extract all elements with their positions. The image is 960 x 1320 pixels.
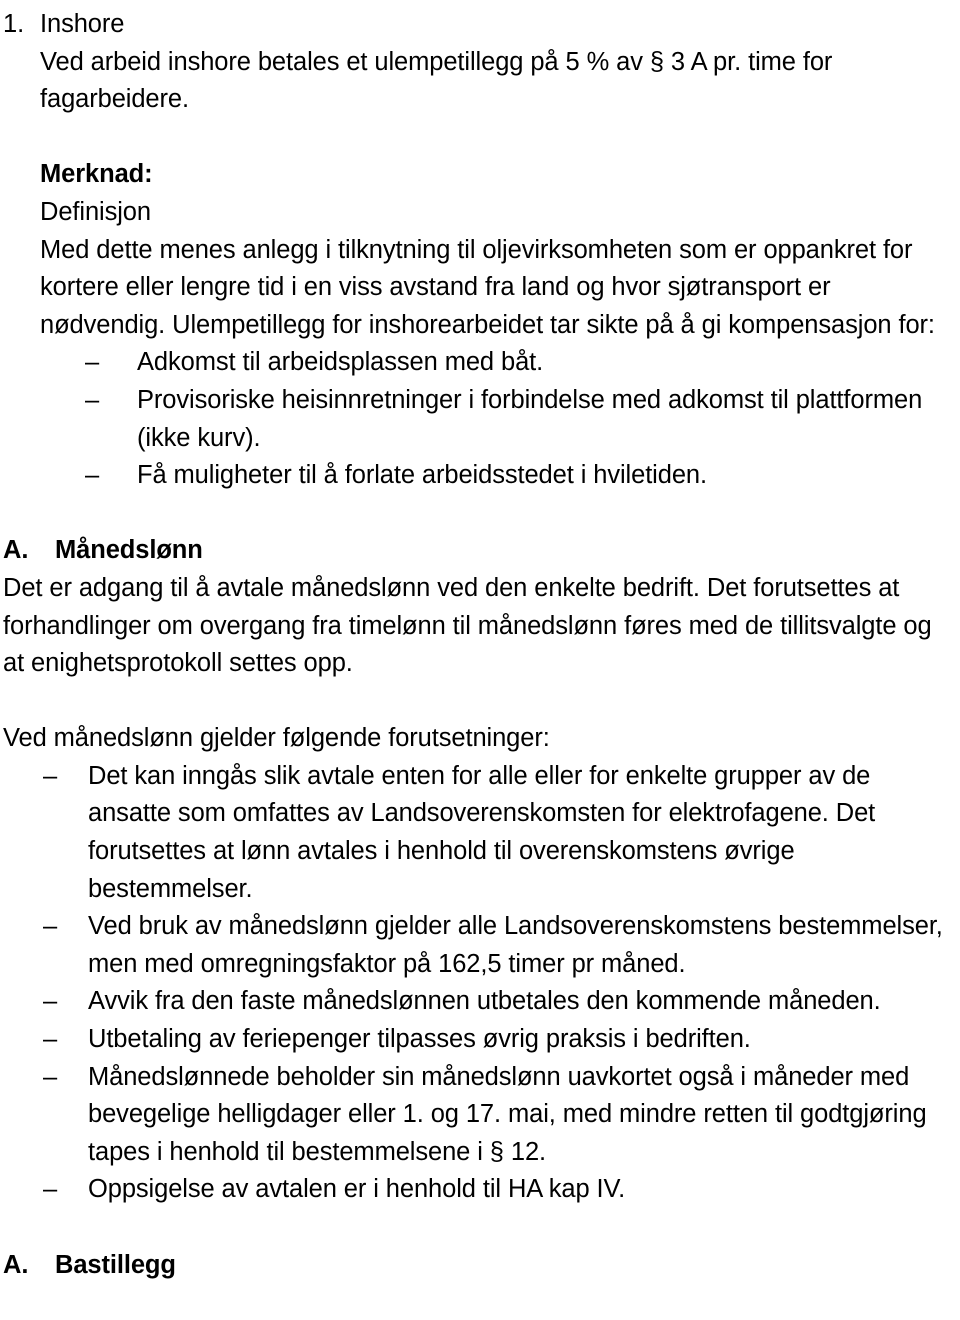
merknad-subheading: Definisjon xyxy=(40,197,151,226)
list-item: – Ved bruk av månedslønn gjelder alle La… xyxy=(43,908,957,983)
section-a-manedslonn-intro: Ved månedslønn gjelder følgende forutset… xyxy=(3,724,550,753)
section-a-manedslonn-heading: A. Månedslønn xyxy=(3,532,957,570)
document-page: 1. Inshore Ved arbeid inshore betales et… xyxy=(0,0,960,1320)
list-item-text: Det kan inngås slik avtale enten for all… xyxy=(88,761,876,903)
section-a-bastillegg-heading: A. Bastillegg xyxy=(3,1247,957,1285)
section-a-bastillegg-title: Bastillegg xyxy=(55,1250,176,1279)
list-item-text: Utbetaling av feriepenger tilpasses øvri… xyxy=(88,1025,751,1054)
section-a-manedslonn-body: Det er adgang til å avtale månedslønn ve… xyxy=(3,573,939,678)
bullet-dash-icon: – xyxy=(85,385,100,414)
bullet-dash-icon: – xyxy=(85,461,100,490)
list-item: – Månedslønnede beholder sin månedslønn … xyxy=(43,1059,957,1172)
section-a-manedslonn-title: Månedslønn xyxy=(55,536,203,565)
document-body: 1. Inshore Ved arbeid inshore betales et… xyxy=(3,6,957,1284)
section-1-body: Ved arbeid inshore betales et ulempetill… xyxy=(40,47,840,114)
list-item: – Få muligheter til å forlate arbeidsste… xyxy=(85,457,957,495)
merknad-body: Med dette menes anlegg i tilknytning til… xyxy=(40,235,935,339)
bullet-dash-icon: – xyxy=(85,348,100,377)
list-item: – Utbetaling av feriepenger tilpasses øv… xyxy=(43,1021,957,1059)
merknad-bullet-list: – Adkomst til arbeidsplassen med båt. – … xyxy=(85,344,957,494)
list-item: – Oppsigelse av avtalen er i henhold til… xyxy=(43,1171,957,1209)
section-a-bastillegg-letter: A. xyxy=(3,1250,29,1279)
list-item-text: Provisoriske heisinnretninger i forbinde… xyxy=(137,385,923,452)
list-item: – Det kan inngås slik avtale enten for a… xyxy=(43,758,957,908)
section-1-heading: 1. Inshore xyxy=(3,6,957,44)
section-1-title: Inshore xyxy=(40,10,125,38)
list-item-text: Månedslønnede beholder sin månedslønn ua… xyxy=(88,1062,927,1166)
section-1-number: 1. xyxy=(3,10,25,38)
list-item: – Provisoriske heisinnretninger i forbin… xyxy=(85,382,957,457)
list-item-text: Avvik fra den faste månedslønnen utbetal… xyxy=(88,987,881,1016)
list-item-text: Ved bruk av månedslønn gjelder alle Land… xyxy=(88,912,943,978)
list-item-text: Oppsigelse av avtalen er i henhold til H… xyxy=(88,1175,626,1204)
list-item: – Avvik fra den faste månedslønnen utbet… xyxy=(43,983,957,1021)
manedslonn-bullet-list: – Det kan inngås slik avtale enten for a… xyxy=(43,758,957,1209)
list-item-text: Adkomst til arbeidsplassen med båt. xyxy=(137,348,544,377)
merknad-heading: Merknad: xyxy=(40,160,153,189)
list-item: – Adkomst til arbeidsplassen med båt. xyxy=(85,344,957,382)
list-item-text: Få muligheter til å forlate arbeidsstede… xyxy=(137,461,707,490)
section-a-manedslonn-letter: A. xyxy=(3,536,29,565)
